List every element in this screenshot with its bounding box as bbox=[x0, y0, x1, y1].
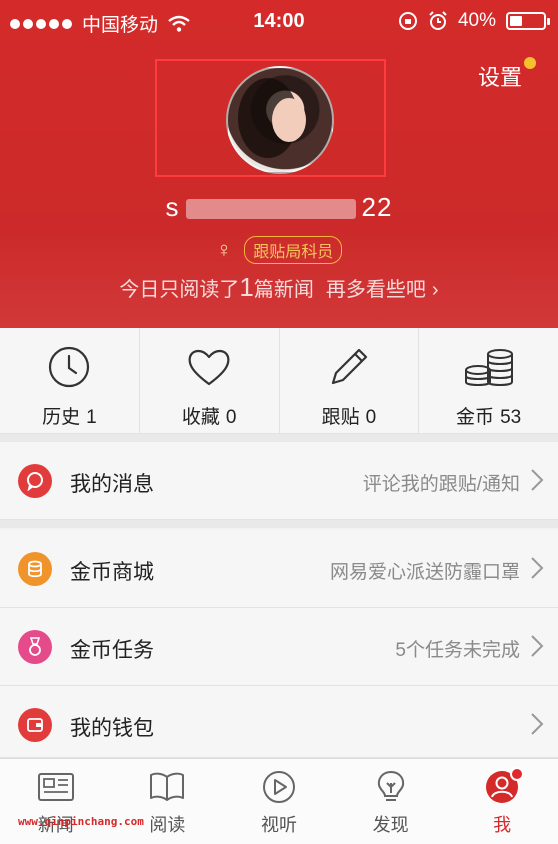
stats-grid: 历史 1 收藏 0 跟贴 0 金币 53 bbox=[0, 328, 558, 434]
menu-row-messages[interactable]: 我的消息 评论我的跟贴/通知 bbox=[0, 442, 558, 520]
section-divider bbox=[0, 520, 558, 528]
rank-row: ♀ 跟贴局科员 bbox=[0, 236, 558, 264]
battery-icon bbox=[506, 12, 550, 30]
avatar[interactable] bbox=[226, 66, 334, 174]
username-prefix: s bbox=[165, 192, 180, 222]
stat-favorites[interactable]: 收藏 0 bbox=[140, 328, 280, 433]
bulb-icon bbox=[377, 770, 404, 801]
username: s 22 bbox=[0, 192, 558, 223]
play-icon bbox=[262, 771, 295, 803]
tab-label: 视听 bbox=[260, 815, 297, 835]
profile-header: 中国移动 14:00 40% 设置 s 22 ♀ 跟贴局科员 今日只阅读了1篇新… bbox=[0, 0, 558, 328]
watermark: www.qinpinchang.com bbox=[18, 815, 144, 828]
rank-badge[interactable]: 跟贴局科员 bbox=[244, 236, 343, 264]
menu-subtitle: 5个任务未完成 bbox=[395, 640, 520, 661]
status-bar: 中国移动 14:00 40% bbox=[0, 0, 558, 42]
message-icon bbox=[18, 464, 52, 498]
battery-percent: 40% bbox=[457, 10, 496, 31]
tab-news[interactable]: 新闻 bbox=[0, 759, 112, 844]
stat-label: 历史 bbox=[42, 407, 81, 428]
alarm-icon bbox=[429, 11, 447, 30]
stat-value: 0 bbox=[225, 407, 237, 428]
chevron-right-icon bbox=[531, 713, 544, 735]
menu-title: 我的钱包 bbox=[70, 717, 154, 740]
today-prefix: 今日只阅读了 bbox=[119, 279, 240, 301]
tab-label: 我 bbox=[493, 815, 512, 835]
reading-summary[interactable]: 今日只阅读了1篇新闻 再多看些吧 › bbox=[0, 272, 558, 303]
menu-subtitle: 网易爱心派送防霾口罩 bbox=[329, 562, 520, 583]
stat-history[interactable]: 历史 1 bbox=[0, 328, 140, 433]
read-more-link: 再多看些吧 bbox=[325, 279, 426, 301]
tab-label: 阅读 bbox=[149, 815, 186, 835]
newspaper-icon bbox=[37, 773, 74, 801]
notification-dot bbox=[510, 767, 525, 781]
menu-row-coin-tasks[interactable]: 金币任务 5个任务未完成 bbox=[0, 608, 558, 686]
coin-store-icon bbox=[18, 552, 52, 586]
section-divider bbox=[0, 434, 558, 442]
wallet-icon bbox=[18, 708, 52, 742]
female-icon: ♀ bbox=[215, 237, 233, 262]
stat-label: 跟贴 bbox=[321, 407, 360, 428]
menu-title: 金币商城 bbox=[70, 561, 154, 584]
menu-row-wallet[interactable]: 我的钱包 bbox=[0, 686, 558, 758]
clock-icon bbox=[49, 346, 90, 388]
stat-value: 53 bbox=[500, 407, 522, 428]
stat-label: 收藏 bbox=[181, 407, 220, 428]
username-suffix: 22 bbox=[361, 192, 393, 222]
stat-value: 0 bbox=[365, 407, 377, 428]
book-icon bbox=[150, 772, 185, 801]
stat-comments[interactable]: 跟贴 0 bbox=[280, 328, 420, 433]
medal-icon bbox=[18, 630, 52, 664]
tab-me[interactable]: 我 bbox=[446, 759, 558, 844]
heart-icon bbox=[188, 349, 230, 386]
bottom-tab-bar: 新闻 阅读 视听 发现 我 bbox=[0, 758, 558, 844]
tab-label: 发现 bbox=[372, 815, 409, 835]
username-blur bbox=[185, 199, 356, 220]
settings-button[interactable]: 设置 bbox=[478, 60, 522, 92]
chevron-right-icon: › bbox=[431, 279, 439, 301]
pencil-icon bbox=[331, 348, 367, 385]
today-suffix: 篇新闻 bbox=[253, 279, 314, 301]
chevron-right-icon bbox=[531, 557, 544, 579]
menu-title: 我的消息 bbox=[70, 473, 154, 496]
tab-media[interactable]: 视听 bbox=[223, 759, 335, 844]
coins-icon bbox=[464, 349, 513, 386]
stat-value: 1 bbox=[86, 407, 97, 428]
rotation-lock-icon bbox=[398, 12, 417, 30]
today-count: 1 bbox=[239, 272, 254, 302]
tab-discover[interactable]: 发现 bbox=[335, 759, 447, 844]
chevron-right-icon bbox=[531, 635, 544, 657]
chevron-right-icon bbox=[531, 469, 544, 491]
menu-title: 金币任务 bbox=[70, 639, 154, 662]
stat-coins[interactable]: 金币 53 bbox=[419, 328, 558, 433]
menu-row-coin-store[interactable]: 金币商城 网易爱心派送防霾口罩 bbox=[0, 530, 558, 608]
tab-reading[interactable]: 阅读 bbox=[112, 759, 224, 844]
stat-label: 金币 bbox=[456, 407, 495, 428]
notification-dot bbox=[524, 57, 536, 69]
menu-subtitle: 评论我的跟贴/通知 bbox=[362, 474, 520, 495]
